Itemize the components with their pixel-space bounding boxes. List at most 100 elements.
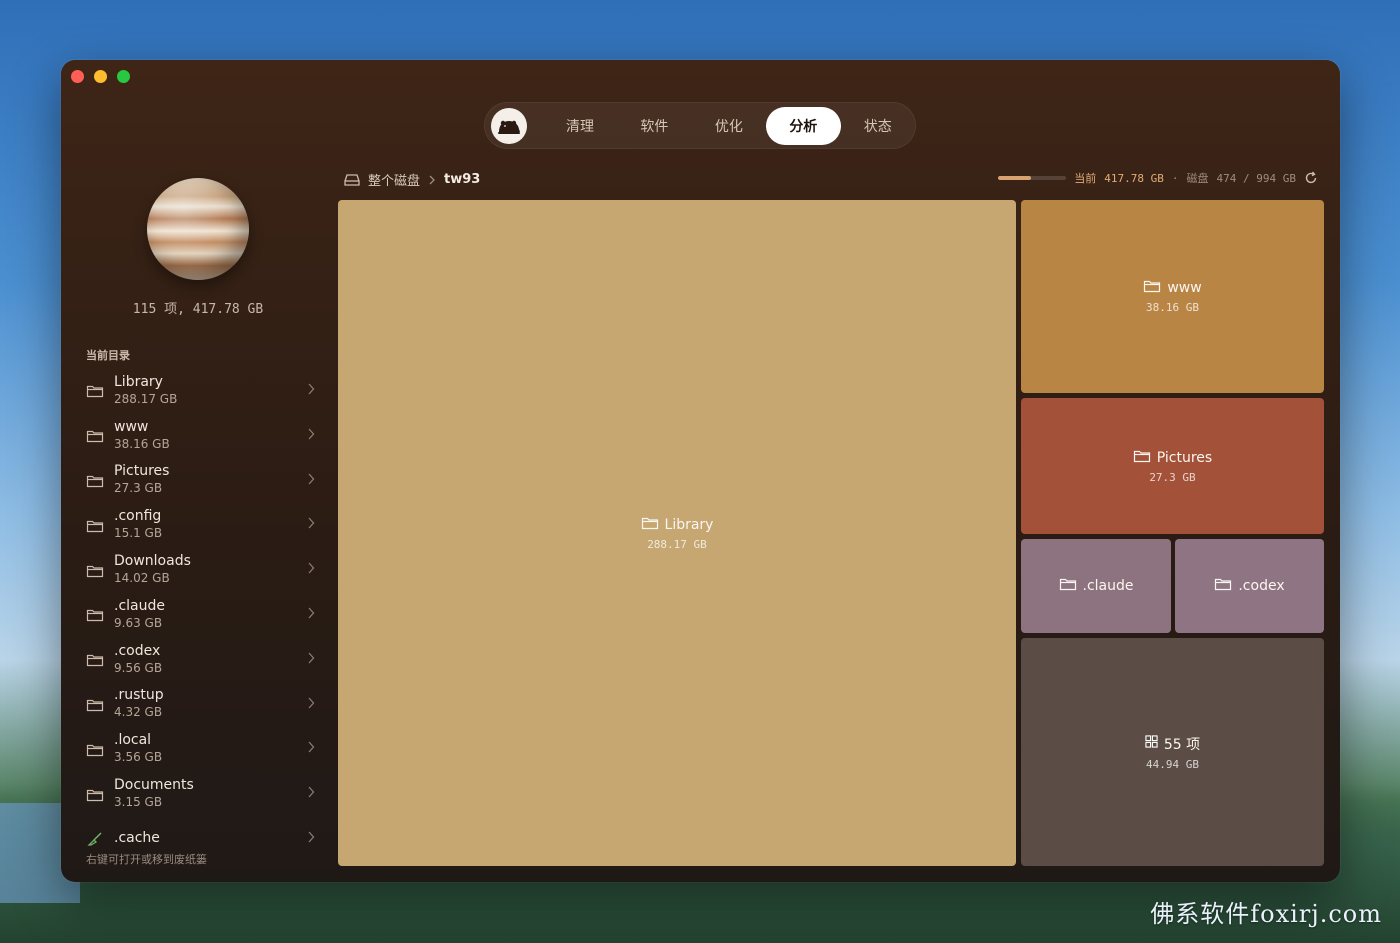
app-window: 清理 软件 优化 分析 状态 115 项, 417.78 GB 当前目录 Lib… (61, 60, 1340, 882)
treemap-cell-name: 55 项 (1163, 736, 1201, 753)
treemap-cell-name: Pictures (1156, 449, 1213, 466)
treemap-cell-size: 288.17 GB (647, 537, 707, 551)
treemap-cell[interactable]: .claude (1021, 539, 1171, 633)
treemap-cell[interactable]: www 38.16 GB (1021, 200, 1324, 393)
folder-icon (86, 563, 104, 577)
window-controls (71, 70, 130, 83)
folder-icon (86, 652, 104, 667)
tab-status[interactable]: 状态 (841, 107, 915, 145)
grid-icon (1145, 735, 1158, 752)
section-title: 当前目录 (86, 349, 130, 362)
chevron-right-icon (306, 650, 316, 664)
treemap-cell-size: 44.94 GB (1146, 757, 1199, 771)
current-value: 417.78 GB (1104, 171, 1164, 185)
sidebar-item-name: .rustup (114, 687, 164, 704)
folder-icon (86, 607, 104, 622)
main-tabbar: 清理 软件 优化 分析 状态 (484, 102, 916, 149)
sidebar-item-name: Pictures (114, 463, 170, 480)
disk-usage-info: 当前 417.78 GB · 磁盘 474 / 994 GB (998, 170, 1318, 186)
chevron-right-icon (306, 381, 316, 395)
sidebar-item[interactable]: .claude 9.63 GB (86, 592, 316, 637)
treemap-cell-size: 38.16 GB (1146, 301, 1199, 314)
sidebar-item-size: 3.15 GB (114, 795, 163, 810)
folder-icon (86, 697, 104, 712)
sidebar-item-size: 3.56 GB (114, 750, 163, 765)
sidebar-item-size: 15.1 GB (114, 526, 163, 541)
tab-optimize[interactable]: 优化 (692, 107, 766, 145)
sidebar: 115 项, 417.78 GB 当前目录 Library 288.17 GB ww… (61, 160, 335, 882)
treemap-cell[interactable]: 55 项 44.94 GB (1021, 638, 1324, 866)
watermark: 佛系软件foxirj.com (1150, 900, 1382, 928)
sidebar-item-size: 27.3 GB (114, 481, 163, 496)
breadcrumb-current: tw93 (444, 172, 481, 187)
sidebar-item-name: .config (114, 508, 162, 525)
sidebar-item[interactable]: .config 15.1 GB (86, 502, 316, 547)
sidebar-item-name: www (114, 418, 149, 435)
sidebar-item[interactable]: .rustup 4.32 GB (86, 682, 316, 727)
sidebar-item-size: 38.16 GB (114, 436, 170, 451)
sidebar-item-name: Downloads (114, 553, 191, 570)
breadcrumb-root[interactable]: 整个磁盘 (368, 170, 420, 189)
folder-icon (86, 787, 104, 801)
sidebar-item-size: 4.32 GB (114, 705, 163, 720)
chevron-right-icon (306, 560, 316, 574)
folder-icon (86, 473, 104, 488)
sidebar-list: Library 288.17 GB www 38.16 GB Pictures 27.3 … (86, 368, 316, 861)
refresh-icon[interactable] (1304, 171, 1318, 185)
disk-value: 474 / 994 GB (1216, 171, 1296, 185)
folder-icon (86, 518, 104, 532)
close-button[interactable] (71, 70, 84, 83)
sidebar-item-name: .cache (114, 829, 160, 846)
treemap: Library 288.17 GB www 38.16 GB Pictures 27.3 … (338, 200, 1324, 866)
sidebar-item[interactable]: .codex 9.56 GB (86, 637, 316, 682)
disk-label: 磁盘 (1186, 172, 1209, 185)
zoom-button[interactable] (117, 70, 130, 83)
sidebar-item-name: .local (114, 732, 152, 749)
chevron-right-icon (306, 515, 316, 529)
tab-clean[interactable]: 清理 (543, 107, 617, 145)
chevron-right-icon (306, 695, 316, 709)
treemap-cell-name: Library (664, 516, 714, 533)
folder-icon (1143, 279, 1161, 297)
chevron-right-icon (306, 471, 316, 485)
treemap-cell-name: .codex (1238, 578, 1285, 594)
folder-icon (1214, 577, 1232, 595)
treemap-cell-name: .claude (1082, 578, 1134, 594)
treemap-cell[interactable]: .codex (1175, 539, 1324, 633)
sidebar-item[interactable]: .local 3.56 GB (86, 726, 316, 771)
sidebar-item-size: 9.63 GB (114, 615, 163, 630)
app-logo-icon[interactable] (491, 107, 527, 144)
planet-icon (147, 178, 249, 280)
disk-icon (344, 173, 360, 186)
tab-analyze[interactable]: 分析 (766, 106, 841, 145)
sidebar-item[interactable]: Library 288.17 GB (86, 368, 316, 413)
treemap-cell[interactable]: Pictures 27.3 GB (1021, 398, 1324, 534)
sidebar-item[interactable]: www 38.16 GB (86, 413, 316, 458)
chevron-right-icon (306, 829, 316, 843)
sidebar-item[interactable]: Pictures 27.3 GB (86, 458, 316, 503)
sidebar-item-name: Library (114, 373, 163, 390)
sidebar-item-size: 288.17 GB (114, 391, 178, 406)
chevron-right-icon (306, 784, 316, 798)
breadcrumb: 整个磁盘 tw93 (344, 170, 480, 189)
treemap-cell[interactable]: Library 288.17 GB (338, 200, 1016, 866)
chevron-right-icon (306, 739, 316, 753)
folder-icon (1133, 449, 1151, 467)
folder-icon (86, 742, 104, 756)
sidebar-hint: 右键可打开或移到废纸篓 (86, 853, 207, 866)
sidebar-item[interactable]: Downloads 14.02 GB (86, 547, 316, 592)
tab-apps[interactable]: 软件 (617, 107, 691, 145)
minimize-button[interactable] (94, 70, 107, 83)
folder-icon (86, 428, 104, 443)
sidebar-item-name: .codex (114, 642, 161, 659)
sidebar-item-name: .claude (114, 597, 165, 614)
folder-icon (86, 383, 104, 398)
broom-icon (86, 831, 104, 847)
folder-icon (1059, 577, 1077, 595)
chevron-right-icon (429, 175, 435, 184)
sidebar-item-size: 9.56 GB (114, 660, 163, 675)
sidebar-item[interactable]: Documents 3.15 GB (86, 771, 316, 816)
chevron-right-icon (306, 426, 316, 440)
treemap-cell-name: www (1167, 280, 1202, 296)
sidebar-item-size: 14.02 GB (114, 571, 170, 586)
